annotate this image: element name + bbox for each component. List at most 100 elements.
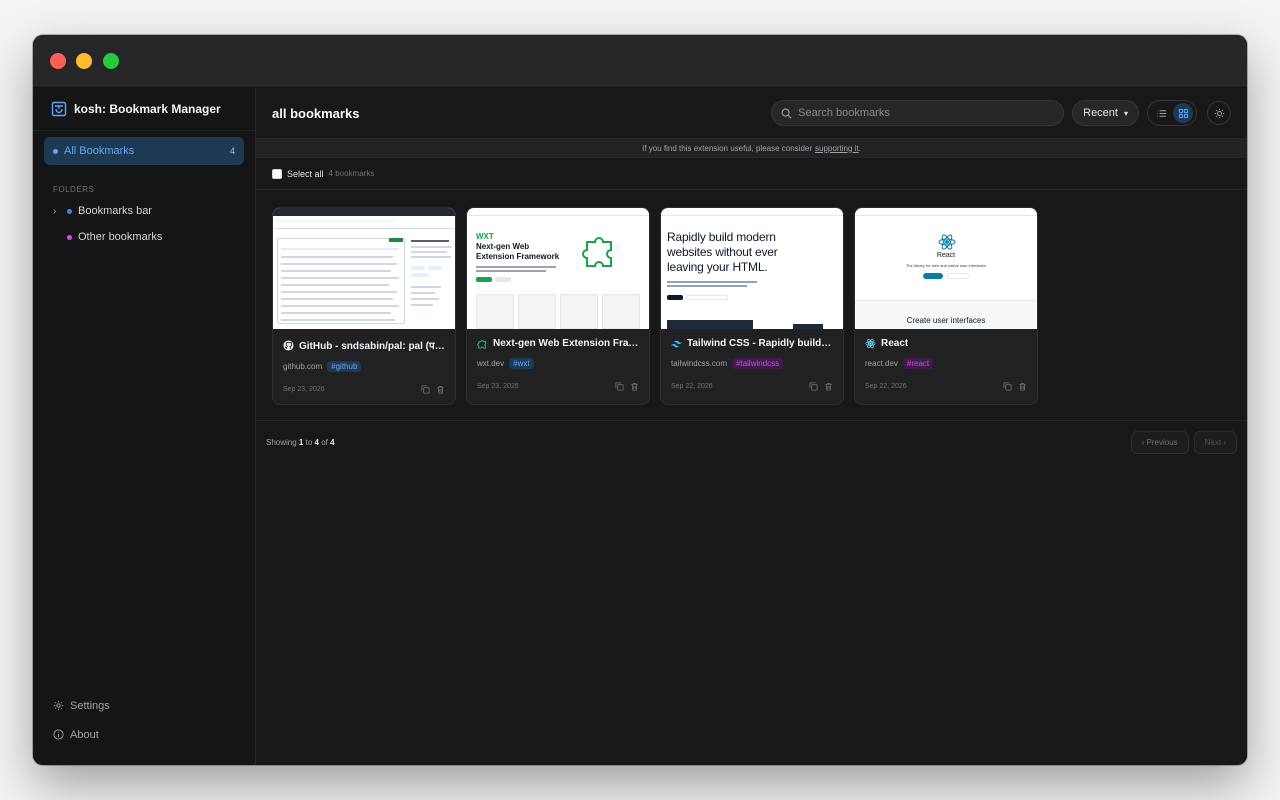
sidebar-item-all-bookmarks[interactable]: All Bookmarks 4: [44, 137, 244, 165]
copy-icon[interactable]: [421, 385, 430, 394]
grid-view-button[interactable]: [1173, 103, 1193, 123]
main-content: all bookmarks Recent ▾: [256, 88, 1247, 765]
theme-toggle-button[interactable]: [1207, 101, 1231, 125]
chevron-right-icon[interactable]: ›: [53, 206, 65, 217]
react-icon: [865, 338, 876, 349]
bookmark-title[interactable]: GitHub - sndsabin/pal: pal (पल), N...: [299, 338, 445, 352]
minimize-window-button[interactable]: [76, 53, 92, 69]
close-window-button[interactable]: [50, 53, 66, 69]
brand: kosh: Bookmark Manager: [33, 88, 255, 131]
sort-value: Recent: [1083, 107, 1118, 119]
bookmark-thumbnail: [273, 208, 455, 329]
bookmark-count-badge: 4: [229, 146, 235, 156]
chevron-down-icon: ▾: [1123, 108, 1128, 118]
banner-period: .: [858, 143, 861, 153]
folder-color-dot-icon: [67, 208, 72, 214]
bookmark-total: 4 bookmarks: [328, 169, 375, 178]
page-title: all bookmarks: [272, 105, 360, 121]
support-banner: If you find this extension useful, pleas…: [256, 138, 1247, 158]
list-icon: [1156, 109, 1166, 117]
bookmark-date: Sep 23, 2026: [477, 383, 519, 390]
trash-icon[interactable]: [824, 382, 833, 391]
sort-select[interactable]: Recent ▾: [1072, 100, 1139, 126]
thumb-wxt-line2: Next-gen Web: [476, 242, 530, 251]
kosh-logo-icon: [51, 101, 67, 117]
settings-label: Settings: [70, 699, 110, 712]
copy-icon[interactable]: [809, 382, 818, 391]
select-all-label[interactable]: Select all: [287, 169, 324, 179]
copy-icon[interactable]: [1003, 382, 1012, 391]
trash-icon[interactable]: [1018, 382, 1027, 391]
thumb-wxt-line3: Extension Framework: [476, 252, 560, 261]
bookmark-title[interactable]: Tailwind CSS - Rapidly build mod...: [687, 338, 833, 349]
thumb-react-cui: Create user interfaces: [906, 316, 986, 325]
bookmark-tag[interactable]: #github: [327, 361, 362, 372]
pagination: Showing 1 to 4 of 4 ‹ Previous Next ›: [256, 421, 1247, 463]
supporting-link[interactable]: supporting it: [815, 144, 859, 153]
bookmark-thumbnail: WXT Next-gen Web Extension Framework: [467, 208, 649, 329]
search-box[interactable]: [771, 100, 1065, 126]
bookmark-card-github[interactable]: GitHub - sndsabin/pal: pal (पल), N... gi…: [272, 207, 456, 405]
select-all-checkbox[interactable]: [272, 168, 282, 179]
thumb-react-sub: The library for web and native user inte…: [905, 263, 987, 268]
bookmark-title[interactable]: React: [881, 338, 908, 349]
folder-color-dot-icon: [67, 234, 72, 240]
sidebar-item-label: All Bookmarks: [64, 145, 135, 157]
bookmark-title[interactable]: Next-gen Web Extension Framew...: [493, 338, 639, 349]
thumb-react-name: React: [936, 252, 956, 259]
thumb-tw-line1: Rapidly build modern: [667, 230, 776, 244]
grid-icon: [1178, 108, 1188, 118]
about-label: About: [70, 728, 99, 741]
bookmark-domain: react.dev: [865, 359, 898, 368]
gear-icon: [53, 700, 64, 711]
bookmark-domain: tailwindcss.com: [671, 359, 728, 368]
folder-label: Other bookmarks: [78, 231, 163, 243]
showing-prefix: Showing: [266, 437, 297, 447]
bookmark-card-tailwind[interactable]: Rapidly build modern websites without ev…: [660, 207, 844, 405]
trash-icon[interactable]: [436, 385, 445, 394]
view-mode-toggle: [1147, 100, 1197, 126]
folders-heading: FOLDERS: [53, 185, 95, 194]
puzzle-icon: [582, 237, 612, 267]
bookmark-tag[interactable]: #react: [902, 358, 934, 369]
maximize-window-button[interactable]: [103, 53, 119, 69]
folder-label: Bookmarks bar: [78, 205, 152, 217]
search-input[interactable]: [798, 107, 1049, 119]
showing-of-word: of: [321, 437, 328, 447]
thumb-tw-line2: websites without ever: [667, 245, 778, 259]
pagination-summary: Showing 1 to 4 of 4: [266, 438, 335, 447]
list-view-button[interactable]: [1151, 103, 1171, 123]
about-link[interactable]: About: [53, 720, 110, 749]
bookmark-grid: GitHub - sndsabin/pal: pal (पल), N... gi…: [256, 190, 1247, 421]
showing-to: 4: [314, 437, 319, 447]
bookmark-thumbnail: React The library for web and native use…: [855, 208, 1037, 329]
thumb-tw-line3: leaving your HTML.: [667, 260, 768, 274]
trash-icon[interactable]: [630, 382, 639, 391]
tailwind-icon: [671, 340, 682, 348]
sidebar-folder-other-bookmarks[interactable]: Other bookmarks: [33, 226, 255, 248]
showing-to-word: to: [305, 437, 313, 447]
previous-page-button[interactable]: ‹ Previous: [1130, 430, 1189, 454]
bookmark-thumbnail: Rapidly build modern websites without ev…: [661, 208, 843, 329]
bookmark-tag[interactable]: #wxt: [509, 358, 534, 369]
sidebar: kosh: Bookmark Manager All Bookmarks 4 F…: [33, 88, 256, 765]
top-bar: all bookmarks Recent ▾: [256, 88, 1247, 138]
bookmark-domain: wxt.dev: [477, 359, 505, 368]
bookmark-date: Sep 22, 2026: [865, 383, 907, 390]
settings-link[interactable]: Settings: [53, 691, 110, 720]
sidebar-folder-bookmarks-bar[interactable]: › Bookmarks bar: [33, 200, 255, 222]
sun-icon: [1214, 108, 1224, 118]
banner-text: If you find this extension useful, pleas…: [642, 143, 813, 153]
search-icon: [781, 108, 792, 118]
bookmark-card-wxt[interactable]: WXT Next-gen Web Extension Framework Nex…: [466, 207, 650, 405]
wxt-icon: [477, 340, 487, 349]
app-name: kosh: Bookmark Manager: [74, 102, 221, 116]
showing-total: 4: [330, 437, 335, 447]
active-dot-icon: [53, 148, 58, 154]
bookmark-tag[interactable]: #tailwindcss: [732, 358, 784, 369]
copy-icon[interactable]: [615, 382, 624, 391]
next-page-button[interactable]: Next ›: [1193, 430, 1237, 454]
showing-from: 1: [298, 437, 304, 447]
thumb-wxt-line1: WXT: [476, 232, 494, 241]
bookmark-card-react[interactable]: React The library for web and native use…: [854, 207, 1038, 405]
